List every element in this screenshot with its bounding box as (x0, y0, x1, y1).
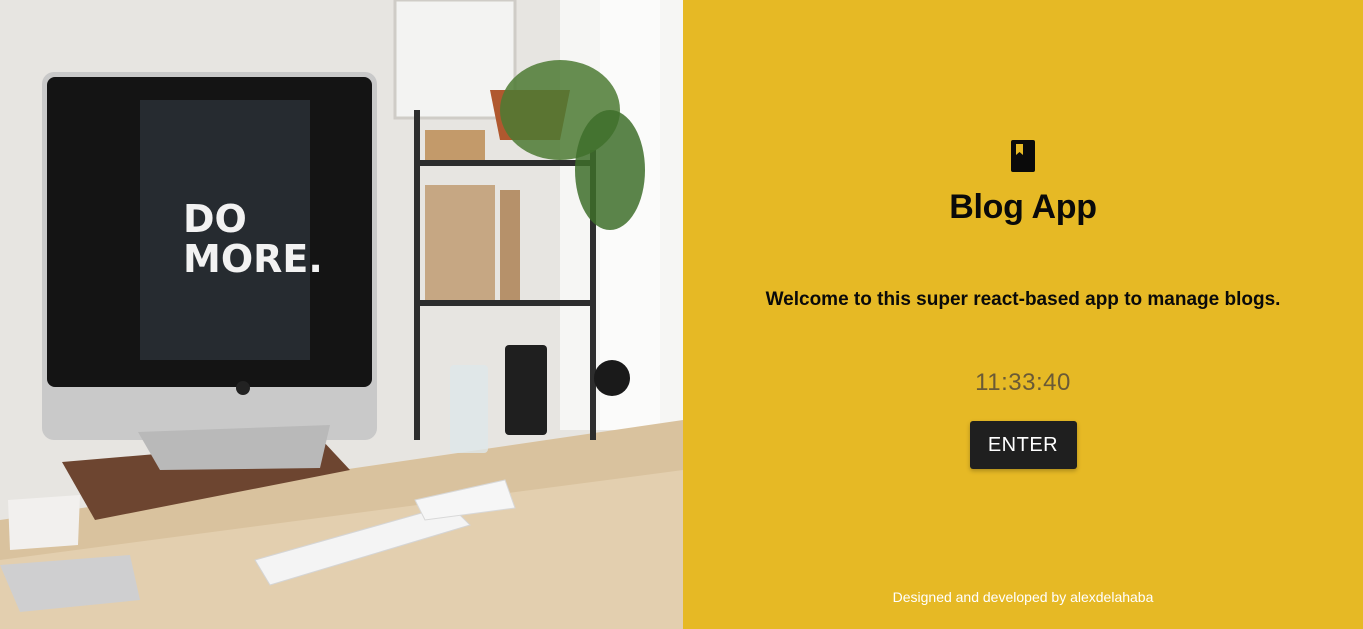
clock-display: 11:33:40 (975, 369, 1071, 396)
app-title: Blog App (949, 188, 1097, 226)
enter-button[interactable]: ENTER (969, 421, 1077, 469)
hero-image: DO MORE. (0, 0, 683, 629)
welcome-panel: Blog App Welcome to this super react-bas… (683, 0, 1363, 629)
book-icon (1011, 140, 1035, 172)
screen-text-more: MORE. (183, 237, 323, 281)
workspace-photo: DO MORE. (0, 0, 683, 629)
screen-text-do: DO (183, 197, 247, 241)
welcome-message: Welcome to this super react-based app to… (765, 289, 1281, 310)
footer-credit: Designed and developed by alexdelahaba (892, 589, 1154, 605)
